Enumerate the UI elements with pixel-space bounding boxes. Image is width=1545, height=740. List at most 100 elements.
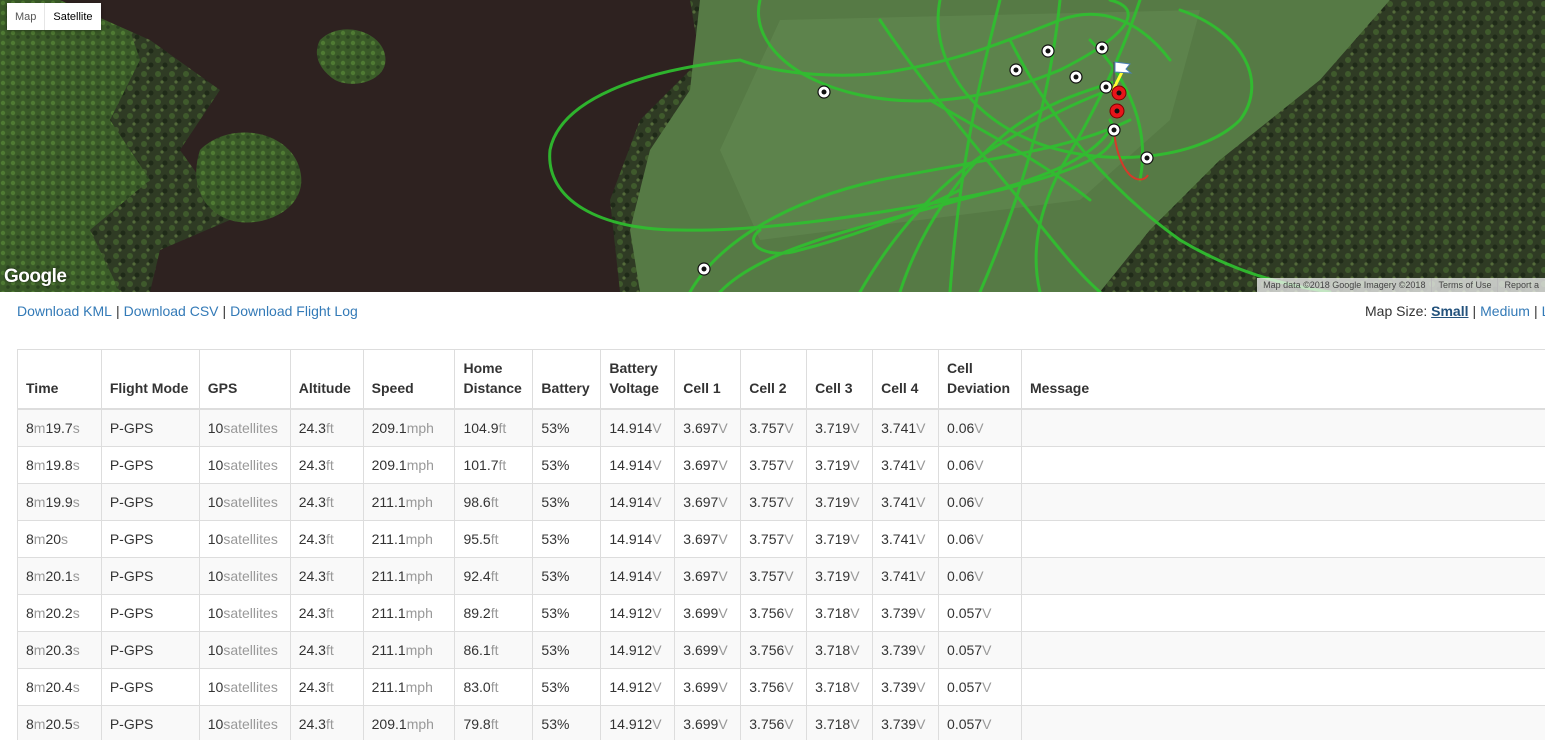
unit-label: satellites [223,420,278,436]
unit-label: V [784,568,794,584]
unit-label: V [916,716,926,732]
value-text: 3.699 [683,716,719,732]
column-header[interactable]: Cell Deviation [938,349,1022,410]
cell1-cell: 3.697V [674,446,742,484]
unit-label: V [784,716,794,732]
table-row[interactable]: 8m19.8s P-GPS 10satellites 24.3ft 209.1mph 10… [17,446,1545,484]
battery-cell: 53% [532,557,602,595]
column-header[interactable]: Battery Voltage [600,349,676,410]
table-row[interactable]: 8m19.9s P-GPS 10satellites 24.3ft 211.1mph 98… [17,483,1545,521]
unit-label: V [784,679,794,695]
cell2-cell: 3.757V [740,446,808,484]
unit-label: m [33,679,46,695]
cell2-cell: 3.757V [740,483,808,521]
table-row[interactable]: 8m20s P-GPS 10satellites 24.3ft 211.1mph 95.5… [17,520,1545,558]
cell3-cell: 3.719V [806,520,874,558]
unit-label: V [718,605,728,621]
table-row[interactable]: 8m20.5s P-GPS 10satellites 24.3ft 209.1mph 79… [17,705,1545,740]
column-header[interactable]: Battery [532,349,602,410]
value-text: 86.1 [463,642,491,658]
unit-label: satellites [223,457,278,473]
value-text: 0.057 [947,679,983,695]
unit-label: m [33,420,46,436]
column-header[interactable]: Time [17,349,102,410]
gps-cell: 10satellites [198,594,291,632]
unit-label: m [33,716,46,732]
unit-label: V [652,494,662,510]
value-text: 24.3 [298,716,326,732]
column-header[interactable]: Flight Mode [100,349,200,410]
unit-label: V [850,568,860,584]
map-size-selector: Map Size: Small|Medium|L [1365,303,1545,319]
gps-cell: 10satellites [198,483,291,521]
battery-cell: 53% [532,594,602,632]
column-header[interactable]: Message [1021,349,1545,410]
value-text: 0.06 [947,494,975,510]
cell3-cell: 3.718V [806,668,874,706]
map-size-medium-link[interactable]: Medium [1480,303,1530,319]
download-csv-link[interactable]: Download CSV [124,303,219,319]
value-text: 10 [207,494,224,510]
value-text: 14.912 [609,716,653,732]
time-cell: 8m20.3s [17,631,102,669]
value-text: 3.719 [815,457,851,473]
column-header[interactable]: Home Distance [454,349,534,410]
column-header-line1 [541,358,592,378]
report-map-error-link[interactable]: Report a [1497,278,1545,292]
battery-voltage-cell: 14.914V [600,520,676,558]
column-header[interactable]: Cell 2 [740,349,808,410]
value-text: 24.3 [298,531,326,547]
column-header[interactable]: Altitude [289,349,364,410]
table-row[interactable]: 8m20.3s P-GPS 10satellites 24.3ft 211.1mph 86… [17,631,1545,669]
satellite-imagery[interactable] [0,0,1545,292]
column-header[interactable]: Cell 3 [806,349,874,410]
value-text: P-GPS [109,494,154,510]
map-type-control: Map Satellite [7,3,101,30]
column-header[interactable]: Speed [362,349,456,410]
value-text: 53% [541,605,570,621]
column-header[interactable]: GPS [198,349,291,410]
column-header-line2: Flight Mode [109,380,189,396]
column-header[interactable]: Cell 1 [674,349,742,410]
flight-mode-cell: P-GPS [100,557,200,595]
unit-label: m [33,494,46,510]
flight-map[interactable]: Map Satellite Google Map data ©2018 Goog… [0,0,1545,292]
column-header-line1 [208,358,282,378]
value-text: 101.7 [463,457,499,473]
home-distance-cell: 86.1ft [454,631,534,669]
table-row[interactable]: 8m20.1s P-GPS 10satellites 24.3ft 211.1mph 92… [17,557,1545,595]
unit-label: s [72,457,80,473]
value-text: 211.1 [371,531,406,547]
separator: | [1533,303,1538,319]
download-flight-log-link[interactable]: Download Flight Log [230,303,358,319]
flight-mode-cell: P-GPS [100,594,200,632]
map-size-small-link[interactable]: Small [1431,303,1468,319]
battery-voltage-cell: 14.912V [600,631,676,669]
flight-data-table-container[interactable]: Time Flight Mode GPS Altitude Speed Home D… [17,349,1545,740]
map-size-large-link[interactable]: L [1542,303,1545,319]
column-header-line1: Battery [609,360,658,376]
column-header-line2: Altitude [298,380,351,396]
time-cell: 8m20s [17,520,102,558]
battery-voltage-cell: 14.914V [600,408,676,447]
value-text: 3.719 [815,420,851,436]
value-text: 20.4 [45,679,73,695]
speed-cell: 209.1mph [362,446,456,484]
table-row[interactable]: 8m20.2s P-GPS 10satellites 24.3ft 211.1mph 89… [17,594,1545,632]
map-type-satellite-button[interactable]: Satellite [45,3,101,30]
unit-label: V [850,716,860,732]
terms-of-use-link[interactable]: Terms of Use [1431,278,1497,292]
unit-label: ft [325,679,334,695]
altitude-cell: 24.3ft [289,668,364,706]
gps-cell: 10satellites [198,446,291,484]
value-text: 3.756 [749,679,785,695]
map-type-map-button[interactable]: Map [7,3,45,30]
table-row[interactable]: 8m20.4s P-GPS 10satellites 24.3ft 211.1mph 83… [17,668,1545,706]
column-header[interactable]: Cell 4 [872,349,940,410]
value-text: 24.3 [298,679,326,695]
unit-label: V [850,679,860,695]
table-row[interactable]: 8m19.7s P-GPS 10satellites 24.3ft 209.1mph 10… [17,408,1545,447]
map-size-label: Map Size: [1365,303,1428,319]
value-text: 3.757 [749,420,785,436]
download-kml-link[interactable]: Download KML [17,303,112,319]
